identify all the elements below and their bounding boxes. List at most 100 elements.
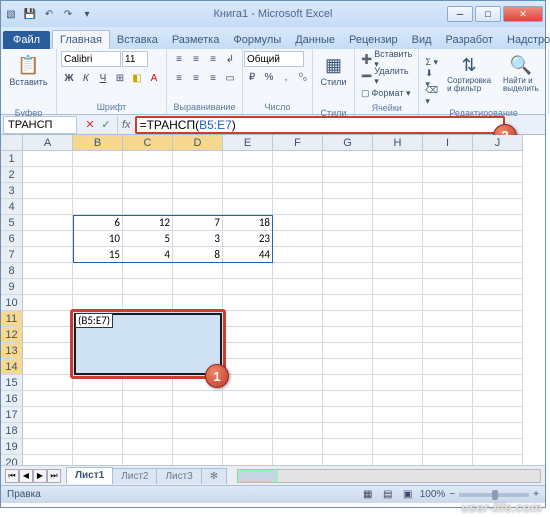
cell[interactable] [323, 423, 373, 439]
cell[interactable] [473, 327, 523, 343]
cell[interactable] [273, 199, 323, 215]
cell[interactable] [223, 279, 273, 295]
sheet-tab-2[interactable]: Лист2 [112, 468, 157, 484]
cell[interactable] [323, 215, 373, 231]
tab-insert[interactable]: Вставка [110, 31, 165, 49]
cell[interactable] [123, 391, 173, 407]
cell[interactable] [123, 151, 173, 167]
view-layout[interactable]: ▤ [380, 487, 396, 503]
cell[interactable] [423, 311, 473, 327]
cell[interactable] [323, 183, 373, 199]
cell[interactable] [173, 407, 223, 423]
cell[interactable] [223, 423, 273, 439]
cell[interactable] [223, 263, 273, 279]
percent-button[interactable]: % [261, 69, 277, 85]
cell[interactable] [273, 423, 323, 439]
row-header-3[interactable]: 3 [1, 183, 23, 199]
cell[interactable] [273, 311, 323, 327]
fill-button[interactable]: ◧ [129, 70, 145, 86]
cell[interactable] [273, 263, 323, 279]
cell[interactable] [473, 375, 523, 391]
cell[interactable] [23, 199, 73, 215]
cell[interactable] [23, 167, 73, 183]
cell[interactable] [373, 423, 423, 439]
tab-view[interactable]: Вид [405, 31, 439, 49]
row-header-6[interactable]: 6 [1, 231, 23, 247]
paste-button[interactable]: 📋Вставить [4, 51, 52, 107]
underline-button[interactable]: Ч [95, 70, 111, 86]
sheet-nav-last[interactable]: ⏭ [47, 469, 61, 483]
col-header-C[interactable]: C [123, 135, 173, 151]
cell[interactable] [373, 343, 423, 359]
cell[interactable] [323, 151, 373, 167]
cell[interactable] [273, 215, 323, 231]
row-header-5[interactable]: 5 [1, 215, 23, 231]
row-header-4[interactable]: 4 [1, 199, 23, 215]
align-right[interactable]: ≡ [205, 70, 221, 86]
clear-button[interactable]: ⌫ ▾ [423, 88, 440, 105]
tab-file[interactable]: Файл [3, 31, 50, 49]
cell[interactable] [473, 215, 523, 231]
cell[interactable] [423, 247, 473, 263]
sheet-nav-first[interactable]: ⏮ [5, 469, 19, 483]
cell[interactable] [173, 279, 223, 295]
cell[interactable] [23, 151, 73, 167]
sheet-nav-next[interactable]: ▶ [33, 469, 47, 483]
wrap-button[interactable]: ↲ [222, 51, 238, 67]
cell[interactable] [273, 439, 323, 455]
cell[interactable] [23, 455, 73, 465]
align-bot[interactable]: ≡ [205, 51, 221, 67]
cell[interactable] [123, 199, 173, 215]
row-header-15[interactable]: 15 [1, 375, 23, 391]
tab-data[interactable]: Данные [288, 31, 342, 49]
active-cell-editing[interactable]: (B5:E7) [75, 313, 113, 328]
cell[interactable] [223, 151, 273, 167]
cell[interactable] [273, 343, 323, 359]
cell[interactable] [223, 183, 273, 199]
cell[interactable] [323, 247, 373, 263]
name-box[interactable]: ТРАНСП [3, 116, 77, 134]
cell[interactable] [323, 391, 373, 407]
sheet-area[interactable]: ABCDEFGHIJ 12345678910111213141516171819… [1, 135, 545, 465]
sheet-tab-3[interactable]: Лист3 [156, 468, 201, 484]
cell[interactable] [423, 263, 473, 279]
col-header-H[interactable]: H [373, 135, 423, 151]
sheet-nav-prev[interactable]: ◀ [19, 469, 33, 483]
cell[interactable] [173, 199, 223, 215]
col-header-G[interactable]: G [323, 135, 373, 151]
cell[interactable] [273, 151, 323, 167]
row-header-17[interactable]: 17 [1, 407, 23, 423]
cell[interactable] [123, 455, 173, 465]
cell[interactable] [73, 199, 123, 215]
cell[interactable] [273, 279, 323, 295]
cell[interactable] [23, 423, 73, 439]
cell[interactable] [423, 199, 473, 215]
cell[interactable] [223, 407, 273, 423]
view-break[interactable]: ▣ [400, 487, 416, 503]
cell[interactable] [373, 439, 423, 455]
cell[interactable] [323, 343, 373, 359]
row-header-18[interactable]: 18 [1, 423, 23, 439]
cell[interactable] [323, 295, 373, 311]
formula-input[interactable]: =ТРАНСП(B5:E7) 2 [135, 116, 505, 134]
cell[interactable] [23, 327, 73, 343]
row-header-19[interactable]: 19 [1, 439, 23, 455]
cell[interactable] [373, 231, 423, 247]
cell[interactable] [73, 423, 123, 439]
cell[interactable] [473, 391, 523, 407]
cell[interactable] [323, 231, 373, 247]
cell[interactable] [23, 407, 73, 423]
cell[interactable] [223, 359, 273, 375]
cell[interactable] [273, 375, 323, 391]
cell[interactable] [173, 423, 223, 439]
tab-addins[interactable]: Надстрої [500, 31, 550, 49]
row-header-8[interactable]: 8 [1, 263, 23, 279]
font-name-select[interactable] [61, 51, 121, 67]
cell[interactable] [473, 295, 523, 311]
minimize-button[interactable]: ─ [447, 6, 473, 22]
align-mid[interactable]: ≡ [188, 51, 204, 67]
undo-button[interactable]: ↶ [41, 6, 57, 22]
cell[interactable] [373, 247, 423, 263]
align-left[interactable]: ≡ [171, 70, 187, 86]
row-header-12[interactable]: 12 [1, 327, 23, 343]
